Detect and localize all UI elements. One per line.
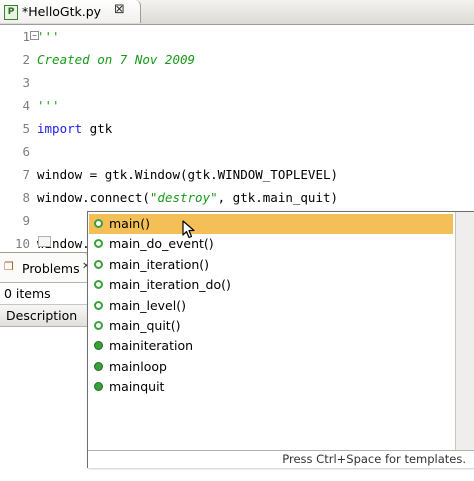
- tab-problems[interactable]: ❐ Problems ✕: [0, 253, 90, 282]
- completion-item[interactable]: main_iteration_do(): [89, 275, 453, 295]
- function-icon: [94, 259, 103, 269]
- string-literal: "destroy": [149, 190, 218, 205]
- code-line[interactable]: 1− ''': [0, 25, 474, 48]
- code-token: gtk: [82, 121, 113, 136]
- code-line[interactable]: 2 Created on 7 Nov 2009: [0, 48, 474, 71]
- docstring-text: ''': [37, 29, 60, 44]
- completion-item[interactable]: mainquit: [89, 377, 453, 397]
- completion-item[interactable]: main(): [89, 214, 453, 234]
- attribute-icon: [94, 361, 103, 371]
- completion-item[interactable]: mainloop: [89, 357, 453, 377]
- editor-tab-title: *HelloGtk.py: [22, 4, 102, 19]
- line-number: 2: [22, 52, 30, 67]
- problems-count: 0 items: [4, 286, 51, 301]
- column-header-label: Description: [6, 308, 78, 323]
- completion-item[interactable]: main_do_event(): [89, 234, 453, 254]
- line-number: 3: [22, 75, 30, 90]
- code-text: window = gtk.Window(gtk.WINDOW_TOPLEVEL): [37, 167, 339, 182]
- line-number: 4: [22, 98, 30, 113]
- keyword-token: import: [37, 121, 83, 136]
- completion-item[interactable]: main_quit(): [89, 316, 453, 336]
- docstring-text: Created on 7 Nov 2009: [37, 52, 196, 67]
- code-text: ''': [37, 94, 60, 117]
- problems-icon: ❐: [4, 260, 14, 273]
- completion-item-label: main_iteration(): [109, 256, 210, 272]
- code-line[interactable]: 8 window.connect("destroy", gtk.main_quit…: [0, 186, 474, 209]
- completion-item-label: mainloop: [109, 358, 167, 374]
- completion-item-label: main_level(): [109, 297, 186, 313]
- line-number: 7: [22, 167, 30, 182]
- function-icon: [94, 321, 103, 330]
- problems-tab-label: Problems: [22, 261, 80, 276]
- completion-item-label: main_quit(): [109, 318, 181, 333]
- completion-item[interactable]: main_level(): [89, 296, 453, 316]
- code-text: window.connect("destroy", gtk.main_quit): [37, 186, 338, 209]
- function-icon: [94, 219, 103, 228]
- scroll-left-button[interactable]: [38, 236, 51, 247]
- completion-hint-bar: Press Ctrl+Space for templates.: [88, 450, 474, 468]
- code-text: import gtk: [37, 117, 112, 140]
- completion-item-label: mainiteration: [109, 338, 194, 354]
- completion-item-label: main(): [109, 216, 150, 231]
- completion-item-label: mainquit: [109, 379, 165, 395]
- completion-item-label: main_iteration_do(): [109, 277, 231, 293]
- code-line[interactable]: 7 window = gtk.Window(gtk.WINDOW_TOPLEVEL…: [0, 163, 474, 186]
- code-completion-popup[interactable]: main() main_do_event() main_iteration()mai…: [87, 211, 474, 468]
- function-icon: [94, 239, 103, 249]
- editor-tab[interactable]: P *HelloGtk.py ⊠: [0, 0, 141, 23]
- line-number: 5: [22, 121, 30, 136]
- attribute-icon: [94, 382, 103, 392]
- line-number: 6: [22, 144, 30, 159]
- code-line[interactable]: 6: [0, 140, 474, 163]
- code-text: ''': [37, 25, 60, 48]
- docstring-text: ''': [37, 98, 60, 113]
- line-number: 8: [22, 190, 30, 205]
- python-file-icon: P: [4, 5, 18, 20]
- completion-item[interactable]: mainiteration: [89, 336, 453, 356]
- mouse-pointer-icon: [182, 220, 195, 239]
- line-number: 1: [22, 29, 30, 44]
- code-text: Created on 7 Nov 2009: [37, 48, 195, 71]
- function-icon: [94, 300, 103, 310]
- code-line[interactable]: 4 ''': [0, 94, 474, 117]
- completion-item[interactable]: main_iteration(): [89, 255, 453, 275]
- code-line[interactable]: 5 import gtk: [0, 117, 474, 140]
- completion-scrollbar[interactable]: [455, 212, 474, 450]
- line-number: 9: [22, 213, 30, 228]
- code-line[interactable]: 3: [0, 71, 474, 94]
- editor-tab-bar: P *HelloGtk.py ⊠: [0, 0, 474, 25]
- code-token: , gtk.main_quit): [217, 190, 339, 205]
- completion-hint: Press Ctrl+Space for templates.: [282, 452, 466, 466]
- close-tab-icon[interactable]: ⊠: [114, 2, 125, 17]
- function-icon: [94, 280, 103, 290]
- code-token: window.connect(: [37, 190, 150, 205]
- attribute-icon: [94, 341, 103, 351]
